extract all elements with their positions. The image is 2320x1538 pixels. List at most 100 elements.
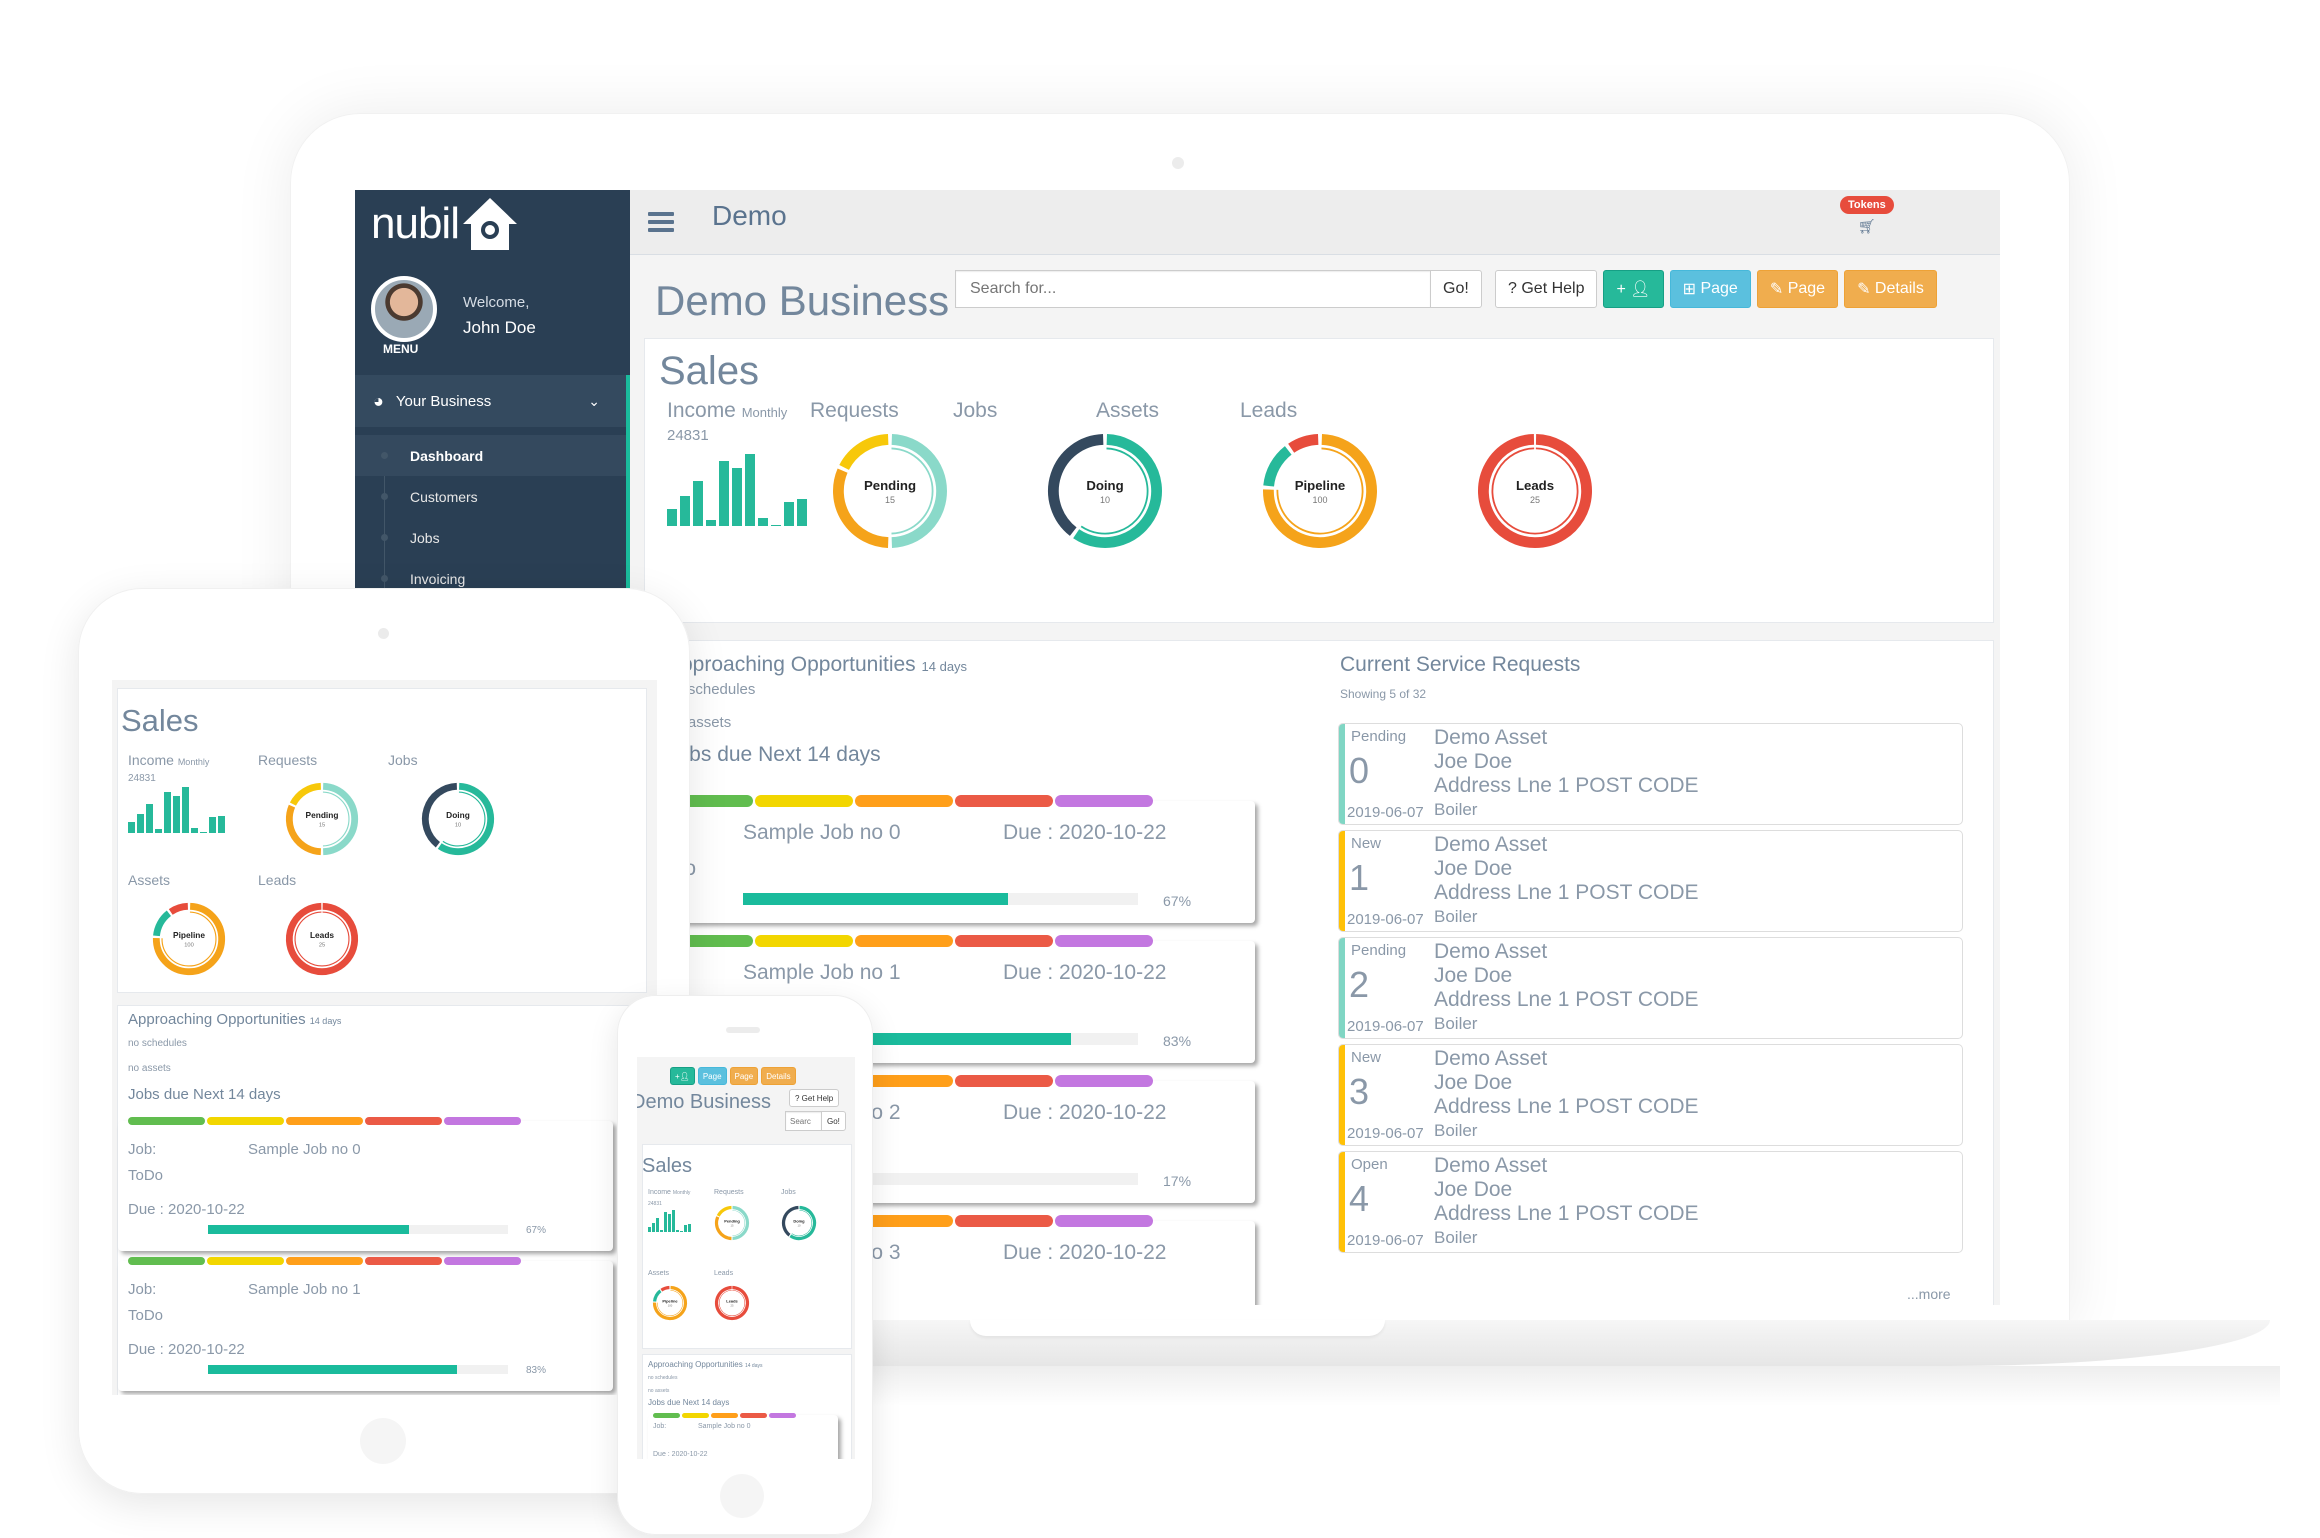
job-name[interactable]: Sample Job no 0: [743, 821, 901, 845]
requests-donut[interactable]: Pending 15: [830, 431, 950, 556]
opportunities-title: Approaching Opportunities 14 days: [667, 653, 968, 676]
donut-slice-retired[interactable]: [660, 1285, 670, 1292]
cart-icon[interactable]: 🛒︎: [1858, 218, 1876, 235]
donut-center-label: Doing: [793, 1219, 805, 1224]
phone-sales-panel: Sales Income Monthly 24831 Requests Pend…: [642, 1144, 852, 1349]
donut-center-label: Pipeline: [662, 1299, 678, 1304]
edit-details-label: Details: [1874, 280, 1924, 297]
donut-slice-active[interactable]: [1263, 446, 1292, 487]
donut-center-value: 100: [184, 943, 194, 949]
donut-slice-new[interactable]: [716, 1205, 732, 1217]
service-request-details: Demo Asset Joe Doe Address Lne 1 POST CODE…: [1434, 1154, 1699, 1250]
donut-slice-new[interactable]: [839, 434, 889, 471]
leads-donut[interactable]: Leads 25: [1475, 431, 1595, 556]
assets-donut[interactable]: Pipeline 100: [151, 901, 227, 982]
sidebar-item-dashboard[interactable]: Dashboard: [355, 435, 626, 476]
job-progress-fill: [208, 1365, 457, 1374]
job-name[interactable]: Sample Job no 0: [248, 1141, 361, 1158]
search-go-button[interactable]: Go!: [1430, 270, 1482, 308]
service-request-card[interactable]: New 3 2019-06-07 Demo Asset Joe Doe Address L…: [1338, 1044, 1963, 1146]
service-request-type: Boiler: [1434, 1228, 1478, 1247]
welcome-text: Welcome,: [463, 294, 530, 311]
search-input[interactable]: [955, 270, 1430, 308]
jobs-donut[interactable]: Doing 10: [781, 1205, 817, 1246]
add-user-icon: +👤︎: [675, 1071, 690, 1081]
jobs-donut[interactable]: Doing 10: [1045, 431, 1165, 556]
phone-screen: +👤︎ Page Page Details Demo Business ? Ge…: [637, 1057, 855, 1459]
income-bar-5: [664, 1212, 667, 1232]
donut-slice-active[interactable]: [153, 910, 172, 937]
service-request-card[interactable]: New 1 2019-06-07 Demo Asset Joe Doe Address L…: [1338, 830, 1963, 932]
income-label: Income Monthly: [667, 399, 788, 422]
label-color: [286, 1257, 363, 1265]
edit-details-button[interactable]: ✎ Details: [1844, 270, 1937, 308]
view-page-button[interactable]: Page: [697, 1067, 727, 1085]
job-name[interactable]: Sample Job no 0: [698, 1423, 751, 1430]
assets-donut[interactable]: Pipeline 100: [652, 1285, 688, 1326]
add-user-button[interactable]: +👤︎: [670, 1067, 695, 1085]
service-request-card[interactable]: Pending 0 2019-06-07 Demo Asset Joe Doe Addre…: [1338, 723, 1963, 825]
income-bar-2: [680, 496, 690, 526]
service-request-status: Open: [1351, 1156, 1388, 1173]
service-request-asset: Demo Asset: [1434, 833, 1548, 856]
service-request-date: 2019-06-07: [1347, 911, 1424, 928]
logo[interactable]: nubil: [371, 196, 519, 252]
get-help-button[interactable]: ? Get Help: [789, 1089, 840, 1107]
view-page-button[interactable]: ⊞ Page: [1669, 270, 1751, 308]
jobs-due-heading: Jobs due Next 14 days: [648, 1398, 730, 1407]
profile[interactable]: MENU: [371, 276, 437, 356]
more-link[interactable]: ...more: [1907, 1286, 1951, 1302]
edit-page-label: Page: [734, 1071, 754, 1081]
menu-toggle-icon[interactable]: [648, 212, 674, 232]
tokens-badge[interactable]: Tokens: [1840, 196, 1894, 214]
edit-page-button[interactable]: ✎ Page: [1756, 270, 1839, 308]
get-help-button[interactable]: ? Get Help: [1495, 270, 1598, 308]
search-go-button[interactable]: Go!: [821, 1111, 846, 1131]
service-request-card[interactable]: Open 4 2019-06-07 Demo Asset Joe Doe Address …: [1338, 1151, 1963, 1253]
service-request-status: Pending: [1351, 942, 1407, 959]
requests-donut[interactable]: Pending 15: [284, 781, 360, 862]
bullet-icon: [381, 452, 388, 459]
job-progress-bar: [208, 1225, 508, 1234]
service-request-details: Demo Asset Joe Doe Address Lne 1 POST CODE…: [1434, 940, 1699, 1036]
service-requests-title: Current Service Requests: [1340, 653, 1581, 676]
donut-svg: Pending 15: [285, 782, 359, 856]
sidebar-item-jobs[interactable]: Jobs: [355, 517, 626, 558]
edit-page-button[interactable]: Page: [729, 1067, 759, 1085]
edit-details-button[interactable]: Details: [761, 1067, 796, 1085]
leads-donut[interactable]: Leads 25: [714, 1285, 750, 1326]
job-name[interactable]: Sample Job no 1: [743, 961, 901, 985]
job-due-date: Due : 2020-10-22: [1003, 1241, 1167, 1264]
donut-slice-new[interactable]: [289, 782, 322, 806]
leads-label: Leads: [258, 872, 297, 888]
sidebar-item-customers[interactable]: Customers: [355, 476, 626, 517]
label-color: [855, 935, 953, 947]
job-progress-fill: [743, 893, 1008, 905]
job-card[interactable]: Job:Sample Job no 0Due : 2020-10-22ToDo6…: [118, 1117, 613, 1251]
add-user-button[interactable]: + 👤︎: [1603, 270, 1664, 308]
assets-donut[interactable]: Pipeline 100: [1260, 431, 1380, 556]
sidebar-group-your-business[interactable]: ◕ Your Business ⌄: [355, 375, 626, 427]
leads-donut[interactable]: Leads 25: [284, 901, 360, 982]
job-card[interactable]: Job: Sample Job no 0 Due : 2020-10-22: [648, 1412, 838, 1459]
donut-slice-active[interactable]: [652, 1289, 662, 1302]
jobs-donut[interactable]: Doing 10: [420, 781, 496, 862]
requests-donut[interactable]: Pending 15: [714, 1205, 750, 1246]
bullet-icon: [381, 575, 388, 582]
leads-label: Leads: [714, 1270, 734, 1277]
job-name[interactable]: Sample Job no 1: [248, 1281, 361, 1298]
donut-slice-retired[interactable]: [1288, 434, 1319, 453]
assets-label: Assets: [1096, 399, 1160, 422]
job-card[interactable]: Job: Sample Job no 1 Due : 2020-10-22 ToDo 8…: [118, 1257, 613, 1391]
donut-slice-retired[interactable]: [168, 902, 189, 915]
search-input[interactable]: [785, 1111, 821, 1131]
income-bar-9: [771, 525, 781, 526]
job-card[interactable]: Job:Sample Job no 0Due : 2020-10-22ToDo6…: [635, 795, 1255, 923]
service-request-card[interactable]: Pending 2 2019-06-07 Demo Asset Joe Doe Addre…: [1338, 937, 1963, 1039]
job-due-date: Due : 2020-10-22: [128, 1341, 245, 1358]
menu-label[interactable]: MENU: [383, 342, 418, 356]
avatar[interactable]: [371, 276, 437, 342]
service-request-address: Address Lne 1 POST CODE: [1434, 1095, 1699, 1118]
income-bar-5: [719, 461, 729, 526]
top-nav: Demo 🛒︎ Tokens ⌄: [630, 190, 2000, 255]
